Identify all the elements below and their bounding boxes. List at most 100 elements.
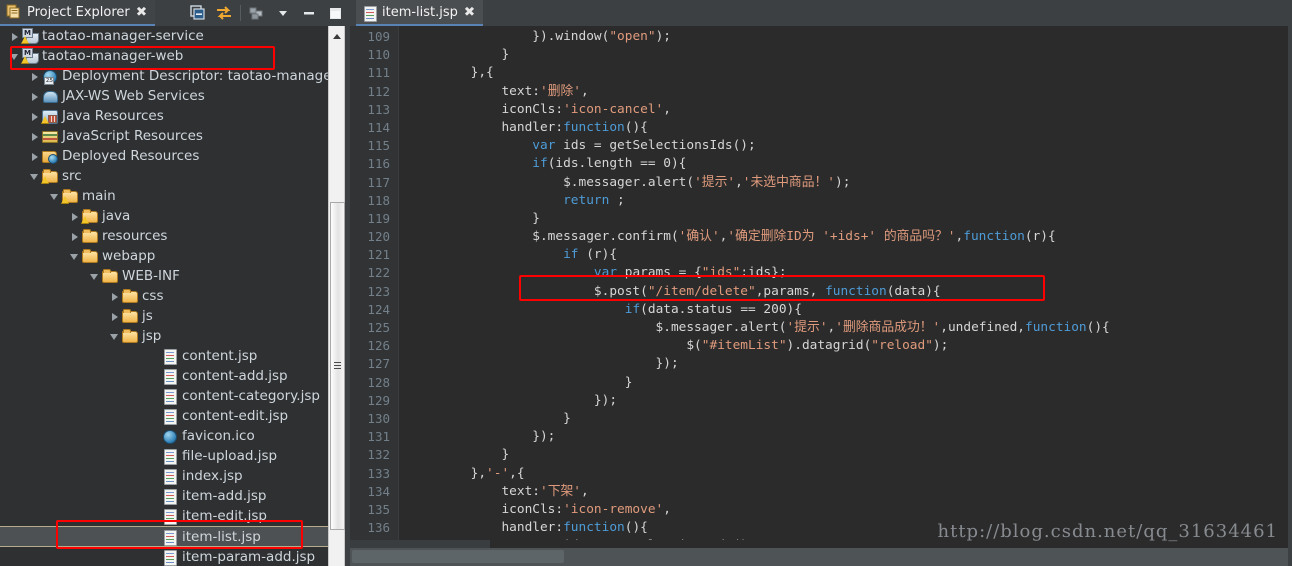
jsp-file-icon [161,368,178,385]
tree-item-item-edit-jsp[interactable]: item-edit.jsp [0,506,350,526]
line-number: 118 [367,192,390,208]
tree-item-favicon-ico[interactable]: favicon.ico [0,426,350,446]
code-line[interactable]: var params = {"ids":ids}; [409,264,1292,282]
chevron-down-icon[interactable] [108,330,121,343]
tree-item-item-add-jsp[interactable]: item-add.jsp [0,486,350,506]
sidebar-vertical-scrollbar[interactable] [328,26,345,566]
project-explorer-icon [6,4,21,20]
project-tree[interactable]: taotao-manager-service taotao-manager-web… [0,26,350,566]
chevron-down-icon[interactable] [68,250,81,263]
code-line[interactable]: return ; [409,192,1292,210]
chevron-down-icon[interactable] [8,50,21,63]
tree-item-file-upload-jsp[interactable]: file-upload.jsp [0,446,350,466]
tree-item-taotao-manager-web[interactable]: taotao-manager-web [0,46,350,66]
code-line[interactable]: } [409,446,1292,464]
code-line[interactable]: }); [409,392,1292,410]
code-line[interactable]: text:'删除', [409,83,1292,101]
code-line[interactable]: handler:function(){ [409,119,1292,137]
package-icon[interactable] [244,1,270,25]
code-line[interactable]: $.messager.confirm('确认','确定删除ID为 '+ids+'… [409,228,1292,246]
tree-item-jsp[interactable]: jsp [0,326,350,346]
code-line[interactable]: $.messager.alert('提示','未选中商品！'); [409,174,1292,192]
scroll-up-arrow-icon[interactable] [329,28,344,43]
chevron-right-icon[interactable] [68,230,81,243]
code-token: function [563,119,625,135]
tree-item-content-jsp[interactable]: content.jsp [0,346,350,366]
chevron-right-icon[interactable] [28,90,41,103]
editor-tabbar: item-list.jsp ✖ [350,0,1292,26]
tree-item-css[interactable]: css [0,286,350,306]
close-icon[interactable]: ✖ [135,6,146,19]
code-line[interactable]: } [409,46,1292,64]
code-line[interactable]: },'-',{ [409,465,1292,483]
tree-item-content-add-jsp[interactable]: content-add.jsp [0,366,350,386]
tree-item-javascript-resources[interactable]: JavaScript Resources [0,126,350,146]
code-line[interactable]: }); [409,428,1292,446]
code-line[interactable]: if(ids.length == 0){ [409,155,1292,173]
tree-item-taotao-manager-service[interactable]: taotao-manager-service [0,26,350,46]
code-line[interactable]: text:'下架', [409,483,1292,501]
code-line[interactable]: } [409,210,1292,228]
tree-item-webapp[interactable]: webapp [0,246,350,266]
code-line[interactable]: } [409,410,1292,428]
code-line[interactable]: iconCls:'icon-cancel', [409,101,1292,119]
chevron-right-icon[interactable] [28,70,41,83]
tree-item-java[interactable]: java [0,206,350,226]
folder-icon [101,268,118,284]
chevron-right-icon[interactable] [8,30,21,43]
code-line[interactable]: $.post("/item/delete",params, function(d… [409,283,1292,301]
chevron-right-icon[interactable] [28,110,41,123]
chevron-down-icon[interactable] [48,190,61,203]
tab-project-explorer[interactable]: Project Explorer ✖ [0,0,155,26]
chevron-right-icon[interactable] [28,130,41,143]
code-line[interactable]: $.messager.alert('提示','删除商品成功！',undefine… [409,319,1292,337]
toolbar-separator [240,5,241,21]
code-line[interactable]: } [409,374,1292,392]
tree-item-js[interactable]: js [0,306,350,326]
tree-item-content-category-jsp[interactable]: content-category.jsp [0,386,350,406]
tree-item-index-jsp[interactable]: index.jsp [0,466,350,486]
code-content[interactable]: }).window("open"); } },{ text:'删除', icon… [401,26,1292,548]
line-number: 113 [367,101,390,117]
chevron-right-icon[interactable] [68,210,81,223]
chevron-right-icon[interactable] [28,150,41,163]
code-line[interactable]: },{ [409,64,1292,82]
tree-item-java-resources[interactable]: Java Resources [0,106,350,126]
minimize-icon[interactable] [296,1,322,25]
jsp-file-icon [363,5,377,22]
tree-item-content-edit-jsp[interactable]: content-edit.jsp [0,406,350,426]
tree-item-item-param-add-jsp[interactable]: item-param-add.jsp [0,547,350,566]
chevron-right-icon[interactable] [108,290,121,303]
code-line[interactable]: if(data.status == 200){ [409,301,1292,319]
tree-item-jax-ws-web-services[interactable]: JAX-WS Web Services [0,86,350,106]
chevron-down-icon[interactable] [270,1,296,25]
tree-item-item-list-jsp[interactable]: item-list.jsp [0,526,350,547]
close-icon[interactable]: ✖ [464,6,475,19]
code-editor[interactable]: 109 110 111 112 113 114 115 116 117 118 119 120 121 1… [350,26,1292,548]
editor-horizontal-scrollbar[interactable] [350,540,1292,566]
code-line[interactable]: }); [409,355,1292,373]
collapse-all-button[interactable] [185,1,211,25]
chevron-down-icon[interactable] [28,170,41,183]
horizontal-scrollbar-thumb[interactable] [352,550,564,563]
scrollbar-thumb[interactable] [330,202,345,530]
tree-item-src[interactable]: src [0,166,350,186]
code-line[interactable]: var ids = getSelectionsIds(); [409,137,1292,155]
code-line[interactable]: $("#itemList").datagrid("reload"); [409,337,1292,355]
tab-item-list-jsp[interactable]: item-list.jsp ✖ [356,0,483,26]
tree-item-resources[interactable]: resources [0,226,350,246]
chevron-down-icon[interactable] [88,270,101,283]
code-token: "ids" [701,265,741,281]
code-line[interactable]: if (r){ [409,246,1292,264]
tree-item-deployment-descriptor-taotao-manager-web[interactable]: Deployment Descriptor: taotao-manager-we… [0,66,350,86]
tree-item-main[interactable]: main [0,186,350,206]
code-line[interactable]: iconCls:'icon-remove', [409,501,1292,519]
chevron-right-icon[interactable] [108,310,121,323]
tree-item-web-inf[interactable]: WEB-INF [0,266,350,286]
maximize-icon[interactable] [322,1,348,25]
code-line[interactable]: }).window("open"); [409,28,1292,46]
link-with-editor-button[interactable] [211,1,237,25]
tree-item-deployed-resources[interactable]: Deployed Resources [0,146,350,166]
